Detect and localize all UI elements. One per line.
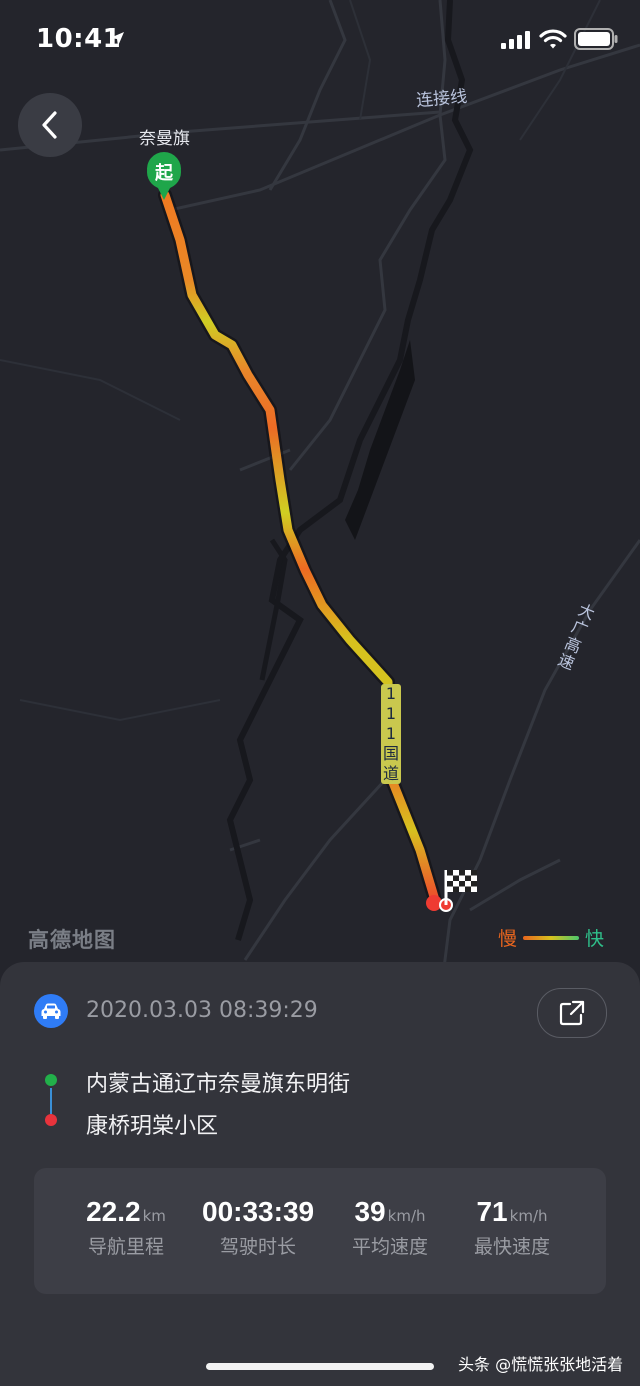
share-icon xyxy=(559,1000,585,1026)
destination-dot xyxy=(45,1114,57,1126)
speed-legend: 慢 快 xyxy=(498,924,604,951)
start-place-label: 奈曼旗 xyxy=(139,129,190,149)
route-connector-line xyxy=(50,1088,52,1114)
chevron-left-icon xyxy=(42,111,57,139)
map-provider-logo: 高德地图 xyxy=(28,928,116,952)
stat-avg-speed-value: 39 xyxy=(354,1196,386,1227)
trip-stats-card: 22.2 km 导航里程 00:33:39 驾驶时长 39 km/h 平均速度 71… xyxy=(34,1168,606,1294)
legend-slow-label: 慢 xyxy=(498,928,518,950)
watermark: 头条 @慌慌张张地活着 xyxy=(458,1355,624,1374)
legend-fast-label: 快 xyxy=(585,928,605,950)
svg-text:起: 起 xyxy=(154,162,174,184)
status-bar: 10:41 xyxy=(0,0,640,80)
share-button[interactable] xyxy=(537,988,607,1038)
stat-distance-label: 导航里程 xyxy=(87,1236,164,1258)
origin-address: 内蒙古通辽市奈曼旗东明街 xyxy=(86,1072,351,1097)
wifi-icon xyxy=(539,29,567,49)
stat-distance-unit: km xyxy=(142,1207,166,1225)
back-button[interactable] xyxy=(18,93,82,157)
stat-distance: 22.2 km 导航里程 xyxy=(74,1196,178,1259)
home-indicator[interactable] xyxy=(206,1363,434,1370)
stat-max-speed-value: 71 xyxy=(476,1196,508,1227)
destination-address: 康桥玥棠小区 xyxy=(86,1114,219,1139)
stat-max-speed-label: 最快速度 xyxy=(473,1236,550,1258)
signal-icon xyxy=(501,31,530,49)
route-map[interactable]: 起 xyxy=(0,0,640,1000)
stat-max-speed: 71 km/h 最快速度 xyxy=(462,1196,562,1259)
stat-max-speed-unit: km/h xyxy=(509,1207,548,1225)
battery-icon xyxy=(574,28,618,50)
origin-dot xyxy=(45,1074,57,1086)
stat-distance-value: 22.2 xyxy=(86,1196,141,1227)
stat-avg-speed-label: 平均速度 xyxy=(351,1236,428,1258)
location-arrow-icon xyxy=(110,32,124,46)
stat-avg-speed: 39 km/h 平均速度 xyxy=(334,1196,446,1259)
stat-duration-label: 驾驶时长 xyxy=(219,1236,296,1258)
road-label-111: 111国道 xyxy=(381,684,401,784)
checkered-flag-icon xyxy=(447,870,477,892)
car-icon xyxy=(34,994,68,1028)
stat-avg-speed-unit: km/h xyxy=(387,1207,426,1225)
road-label-lianjiexian: 连接线 xyxy=(415,86,468,112)
stat-duration-value: 00:33:39 xyxy=(202,1196,315,1227)
trip-datetime: 2020.03.03 08:39:29 xyxy=(86,998,318,1023)
stat-duration: 00:33:39 驾驶时长 xyxy=(202,1196,314,1259)
legend-gradient-bar xyxy=(523,935,580,940)
